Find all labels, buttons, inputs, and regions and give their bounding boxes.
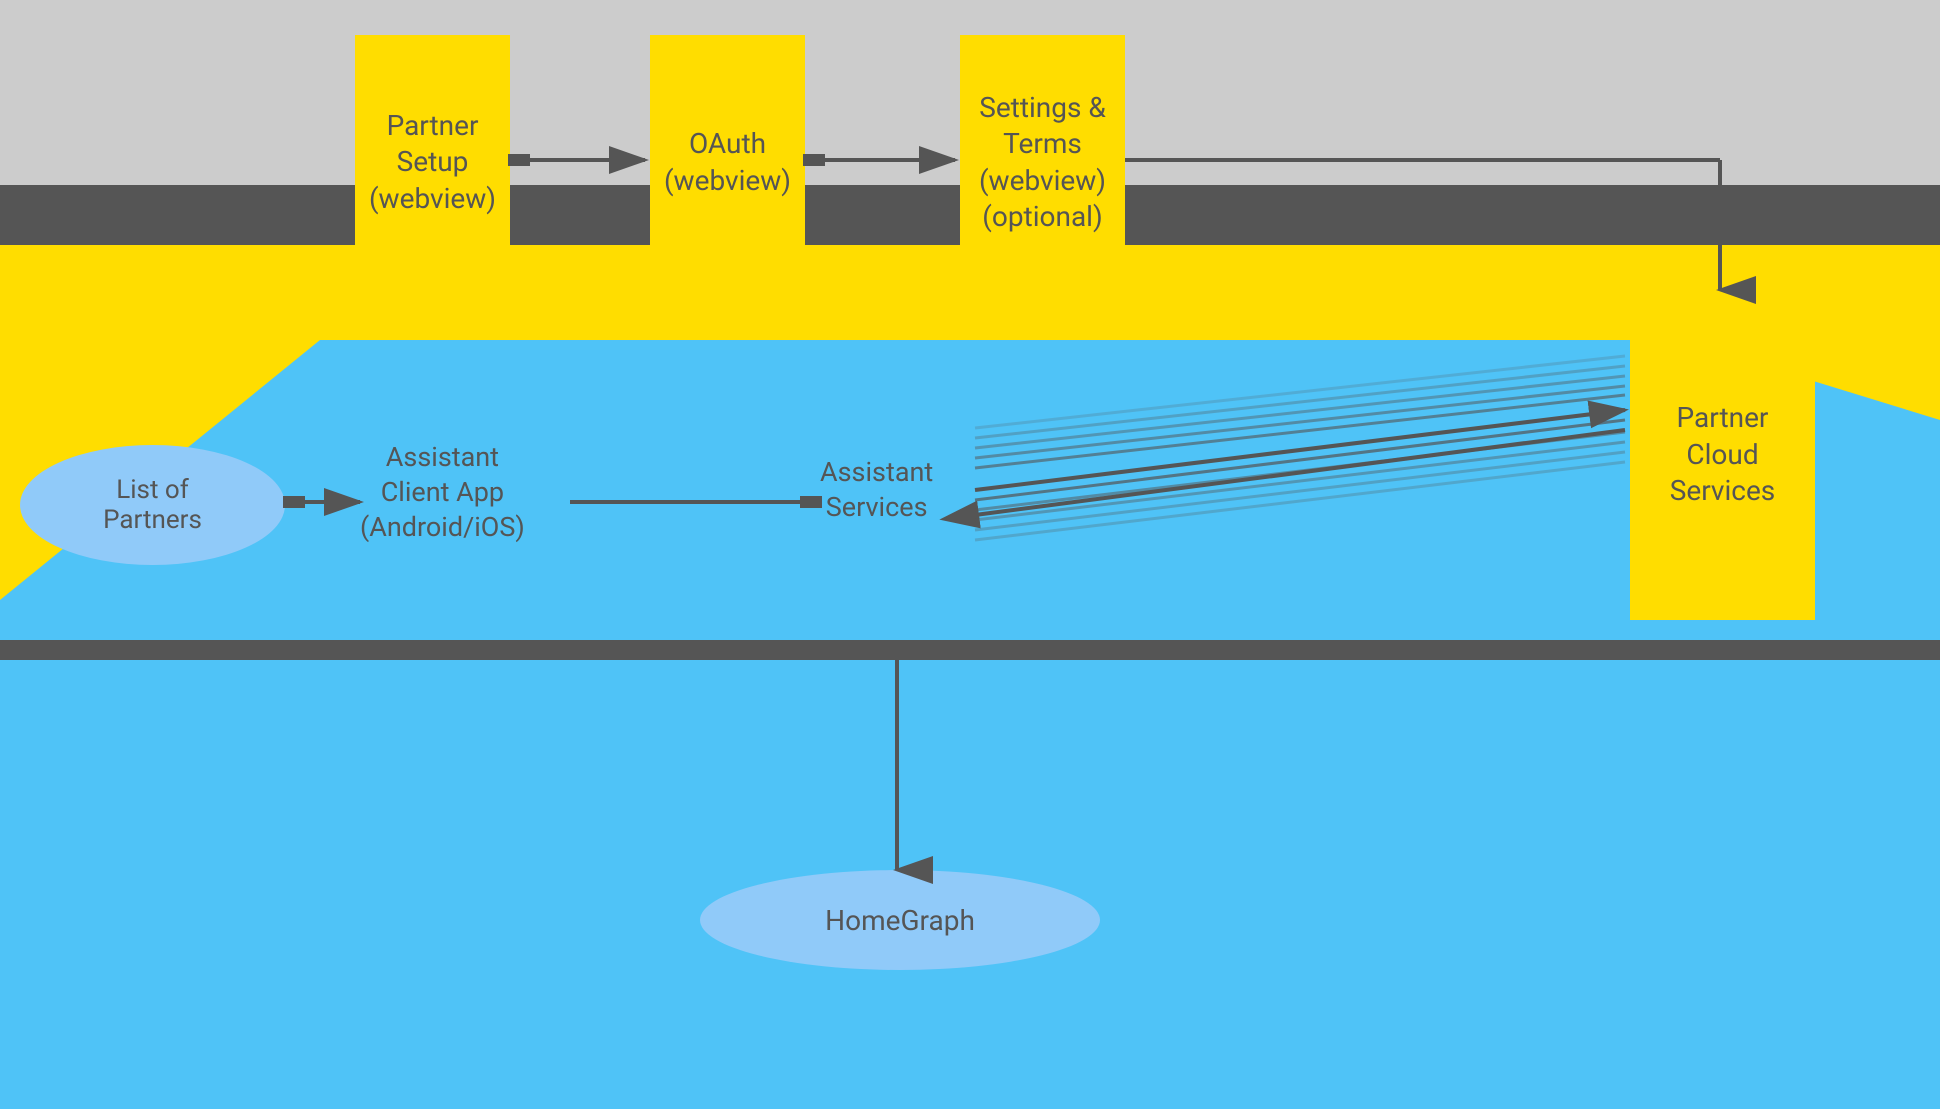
partner-cloud-services-label: Partner Cloud Services [1670,400,1776,509]
settings-terms-box: Settings & Terms (webview) (optional) [960,35,1125,290]
oauth-box: OAuth (webview) [650,35,805,290]
homegraph-label: HomeGraph [825,904,975,937]
oauth-label: OAuth (webview) [664,126,791,199]
partner-setup-box: Partner Setup (webview) [355,35,510,290]
list-of-partners-oval: List of Partners [20,445,285,565]
assistant-services-text: Assistant Services [820,455,933,525]
homegraph-oval: HomeGraph [700,870,1100,970]
partner-setup-label: Partner Setup (webview) [369,108,496,217]
list-of-partners-label: List of Partners [103,475,202,535]
settings-terms-label: Settings & Terms (webview) (optional) [979,90,1106,236]
partner-cloud-services-box: Partner Cloud Services [1630,290,1815,620]
assistant-client-app-text: Assistant Client App (Android/iOS) [360,440,525,545]
